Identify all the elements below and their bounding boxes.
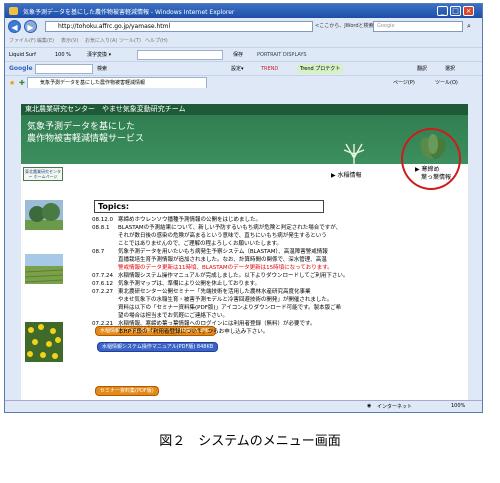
toolbar-primary: Liquid Surf 100 % 漢字変換 ▾ 保存 PORTRAIT DIS… bbox=[5, 47, 482, 62]
home-link[interactable]: 東北農業研究センター ホームページ bbox=[23, 167, 63, 181]
news-item: 08.8.1 BLASTAMの予測結果について、新しい予防するいもち病が危険と判定… bbox=[92, 225, 341, 232]
news-item: 望の場合は担当までお気軽にご連絡下さい。 bbox=[92, 313, 228, 320]
menu-favorites[interactable]: お気に入り(A) bbox=[85, 37, 117, 44]
google-logo: Google bbox=[9, 65, 33, 72]
highlight-circle bbox=[401, 128, 461, 190]
figure-caption: 図２ システムのメニュー画面 bbox=[159, 434, 341, 449]
page-menu[interactable]: ページ(P) bbox=[393, 78, 415, 88]
news-item: それが数日後の感染の危険が高まるという意味で、直ちにいもち病が発生するという bbox=[92, 233, 327, 240]
status-bar: ◉ インターネット 100% bbox=[5, 400, 482, 412]
zoom-button[interactable]: 100 % bbox=[55, 50, 71, 60]
news-item: 警戒情報のデータ更新は11時頃、BLASTAMのデータ更新は15時頃になっており… bbox=[92, 265, 333, 272]
news-item: 07.7.24 水稲情報システム操作マニュアルが完成しました。以下よりダウンロード… bbox=[92, 273, 348, 280]
page-viewport: 東北農業研究センター やませ気象変動研究チーム 気象予測データを基にした 農作物… bbox=[21, 104, 468, 402]
manual-pdf-link-2[interactable]: 水稲情報システム操作マニュアル(PDF版) 848KB bbox=[97, 342, 219, 352]
minimize-button[interactable]: _ bbox=[437, 6, 448, 16]
liquid-surf-button[interactable]: Liquid Surf bbox=[9, 50, 36, 60]
globe-icon: ◉ bbox=[367, 403, 372, 409]
back-button[interactable]: ◀ bbox=[8, 20, 21, 33]
tab-current[interactable]: 気象予測データを基にした農作物被害軽減情報 bbox=[27, 77, 207, 88]
news-item: 07.2.27 東北農研センター公開セミナー「先端技術を活用した農林水産研究高度化… bbox=[92, 289, 311, 296]
topics-heading: Topics: bbox=[94, 200, 324, 213]
url-field[interactable]: http://tohoku.affrc.go.jp/yamase.html bbox=[45, 21, 313, 32]
news-text: 水稲情報システム操作マニュアルが完成しました。以下よりダウンロードしてご利用下さ… bbox=[118, 273, 349, 279]
translate-button[interactable]: 翻訳 bbox=[417, 64, 427, 74]
rice-plant-illustration bbox=[341, 138, 367, 164]
news-date: 07.2.21 bbox=[92, 321, 113, 327]
news-text: 望の場合は担当までお気軽にご連絡下さい。 bbox=[118, 313, 228, 319]
news-item: 資料は以下の「セミナー資料集(PDF版)」アイコンよりダウンロード可能です。製本… bbox=[92, 305, 341, 312]
google-search-field[interactable] bbox=[35, 64, 93, 74]
news-item: 07.6.12 気象予測マップは、準備により公開を休止しております。 bbox=[92, 281, 260, 288]
news-text: ことではありませんので、ご理解の程よろしくお願いいたします。 bbox=[118, 241, 282, 247]
news-item: 08.12.0 寒締めホウレンソウ播種予測情報の公開をはじめました。 bbox=[92, 217, 261, 224]
close-button[interactable]: × bbox=[463, 6, 474, 16]
news-text: 気象予測マップは、準備により公開を休止しております。 bbox=[118, 281, 261, 287]
news-date: 07.7.24 bbox=[92, 273, 113, 279]
field-photo bbox=[25, 254, 63, 284]
google-search-button[interactable]: 検索 bbox=[97, 64, 107, 74]
banner-title-line2: 農作物被害軽減情報サービス bbox=[27, 134, 145, 144]
address-bar: ◀ ▶ http://tohoku.affrc.go.jp/yamase.htm… bbox=[5, 19, 482, 35]
maximize-button[interactable]: □ bbox=[450, 6, 461, 16]
kanji-button[interactable]: 漢字変換 ▾ bbox=[87, 50, 111, 60]
news-item: 08.7 気象予測データを用いたいもち病発生予察システム（BLASTAM）、高温障… bbox=[92, 249, 328, 256]
news-date: 07.6.12 bbox=[92, 281, 113, 287]
news-text: 資料は以下の「セミナー資料集(PDF版)」アイコンよりダウンロード可能です。製本… bbox=[118, 305, 342, 311]
news-item: やませ気象下の水稲生育・被害予測モデルと冷害回避技術の開発」が開催されました。 bbox=[92, 297, 332, 304]
news-text: 東北農研センター公開セミナー「先端技術を活用した農林水産研究高度化事業 bbox=[118, 289, 311, 295]
window-title: 気象予測データを基にした農作物被害軽減情報 - Windows Internet… bbox=[23, 9, 235, 16]
jword-hint: <ここから、JWordと検索> bbox=[315, 23, 378, 29]
news-text: それが数日後の感染の危険が高まるという意味で、直ちにいもち病が発生するという bbox=[118, 233, 327, 239]
toolbar-google: Google 検索 設定▾ TREND Trend プロテクト 翻訳 選択 bbox=[5, 61, 482, 76]
zoom-level[interactable]: 100% bbox=[451, 403, 465, 409]
menu-help[interactable]: ヘルプ(H) bbox=[145, 37, 168, 44]
select-button[interactable]: 選択 bbox=[445, 64, 455, 74]
news-text: 寒締めホウレンソウ播種予測情報の公開をはじめました。 bbox=[118, 217, 262, 223]
ie-icon bbox=[9, 7, 18, 15]
menu-view[interactable]: 表示(V) bbox=[61, 37, 78, 44]
news-text: 直播栽培生育予測情報が追加されました。なお、計算時間の関係で、深水管理、高温 bbox=[118, 257, 327, 263]
favorites-star-icon[interactable]: ★ bbox=[9, 78, 15, 88]
tree-photo bbox=[25, 200, 63, 230]
news-item: 07.2.21 水稲情報、寒締め葉っ葉情報へのログインには利用者登録（無料）が必要… bbox=[92, 321, 315, 328]
trend-logo: TREND bbox=[261, 66, 279, 72]
news-item: 直播栽培生育予測情報が追加されました。なお、計算時間の関係で、深水管理、高温 bbox=[92, 257, 327, 264]
tools-menu[interactable]: ツール(O) bbox=[435, 78, 458, 88]
menu-bar: ファイル(F) 編集(E) 表示(V) お気に入り(A) ツール(T) ヘルプ(… bbox=[5, 36, 482, 46]
menu-file[interactable]: ファイル(F) bbox=[9, 37, 36, 44]
topics-heading-text: Topics: bbox=[98, 202, 130, 211]
news-text: BLASTAMの予測結果について、新しい予防するいもち病が危険と判定された場合で… bbox=[118, 225, 342, 231]
search-icon[interactable]: ⌕ bbox=[467, 22, 471, 31]
news-date: 08.8.1 bbox=[92, 225, 110, 231]
news-text: 水稲情報、寒締め葉っ葉情報へのログインには利用者登録（無料）が必要です。 bbox=[118, 321, 316, 327]
news-date: 08.7 bbox=[92, 249, 105, 255]
news-text: やませ気象下の水稲生育・被害予測モデルと冷害回避技術の開発」が開催されました。 bbox=[118, 297, 333, 303]
menu-tools[interactable]: ツール(T) bbox=[119, 37, 141, 44]
toolbar-combo[interactable] bbox=[137, 50, 223, 60]
news-text: 本HP下段の「利用者登録について」からお申し込み下さい。 bbox=[118, 329, 269, 335]
search-input[interactable]: Google bbox=[373, 21, 463, 32]
title-bar: 気象予測データを基にした農作物被害軽減情報 - Windows Internet… bbox=[5, 4, 482, 18]
news-item: 本HP下段の「利用者登録について」からお申し込み下さい。 bbox=[92, 329, 268, 336]
rice-info-link[interactable]: ▶ 水稲情報 bbox=[331, 170, 362, 179]
news-date: 07.2.27 bbox=[92, 289, 113, 295]
add-favorites-icon[interactable]: ✚ bbox=[19, 78, 25, 88]
news-text: 気象予測データを用いたいもち病発生予察システム（BLASTAM）、高温障害警戒情… bbox=[118, 249, 328, 255]
news-item: ことではありませんので、ご理解の程よろしくお願いいたします。 bbox=[92, 241, 282, 248]
flower-photo bbox=[25, 322, 63, 362]
organization-name: 東北農業研究センター やませ気象変動研究チーム bbox=[21, 104, 468, 115]
zone-label: インターネット bbox=[377, 404, 413, 410]
forward-button[interactable]: ▶ bbox=[24, 20, 37, 33]
news-date: 08.12.0 bbox=[92, 217, 113, 223]
seminar-pdf-link[interactable]: セミナー資料集(PDF版) bbox=[95, 386, 159, 396]
browser-window: 気象予測データを基にした農作物被害軽減情報 - Windows Internet… bbox=[4, 3, 483, 413]
news-text: 警戒情報のデータ更新は11時頃、BLASTAMのデータ更新は15時頃になっており… bbox=[118, 265, 333, 271]
save-button[interactable]: 保存 bbox=[233, 50, 243, 60]
menu-edit[interactable]: 編集(E) bbox=[37, 37, 54, 44]
trend-protect-button[interactable]: Trend プロテクト bbox=[297, 64, 344, 74]
portrait-displays-logo: PORTRAIT DISPLAYS bbox=[257, 52, 307, 58]
settings-button[interactable]: 設定▾ bbox=[231, 64, 244, 74]
favorites-bar: ★ ✚ 気象予測データを基にした農作物被害軽減情報 ページ(P) ツール(O) bbox=[5, 75, 482, 91]
